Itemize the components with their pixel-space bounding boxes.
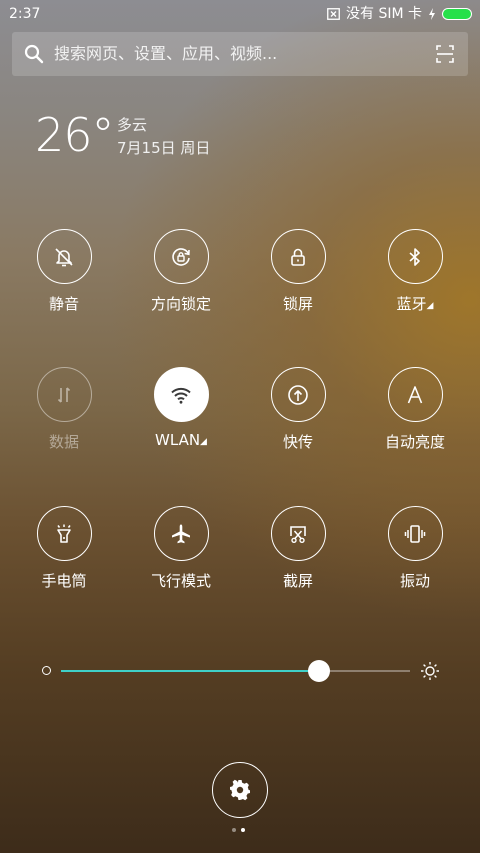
- toggle-mobile-data-label: 数据: [48, 433, 79, 451]
- toggle-lock-screen[interactable]: 锁屏: [248, 229, 348, 329]
- mobile-data-icon: [57, 386, 71, 403]
- brightness-fill: [61, 670, 320, 672]
- toggle-mobile-data-circle[interactable]: [36, 367, 92, 422]
- toggle-bluetooth-circle[interactable]: [387, 229, 443, 284]
- brightness-low-icon: [42, 666, 51, 675]
- toggle-airplane-mode-circle[interactable]: [153, 506, 209, 561]
- toggle-rotation-lock[interactable]: 方向锁定: [131, 229, 231, 329]
- toggle-wlan-text: WLAN: [155, 431, 201, 449]
- battery-icon: [442, 8, 472, 20]
- weather-condition: 多云: [117, 116, 148, 134]
- toggle-screenshot-label: 截屏: [282, 572, 313, 590]
- toggle-wlan-label: WLAN◢: [131, 431, 231, 449]
- toggle-flashlight-circle[interactable]: [36, 506, 92, 561]
- gear-icon: [230, 779, 250, 801]
- toggle-mobile-data[interactable]: 数据: [14, 367, 114, 467]
- page-indicator: [232, 828, 245, 832]
- rotation-lock-icon: [172, 247, 190, 266]
- toggle-rotation-lock-circle[interactable]: [153, 229, 209, 284]
- status-right: 没有 SIM 卡: [327, 0, 472, 28]
- bluetooth-icon: [409, 247, 420, 266]
- toggle-auto-brightness[interactable]: 自动亮度: [365, 367, 465, 467]
- vibrate-icon: [404, 524, 426, 543]
- toggle-airplane-mode-label: 飞行模式: [150, 572, 211, 590]
- brightness-slider[interactable]: [40, 658, 440, 684]
- toggle-auto-brightness-label: 自动亮度: [384, 433, 445, 451]
- toggle-wlan-circle[interactable]: [153, 367, 209, 422]
- toggle-screenshot[interactable]: 截屏: [248, 506, 348, 606]
- toggle-auto-brightness-circle[interactable]: [387, 367, 443, 422]
- toggle-bluetooth[interactable]: 蓝牙◢: [365, 229, 465, 329]
- wifi-icon: [171, 387, 191, 404]
- toggle-silent[interactable]: 静音: [14, 229, 114, 329]
- status-bar: 2:37 没有 SIM 卡: [0, 0, 480, 28]
- toggle-flashlight[interactable]: 手电筒: [14, 506, 114, 606]
- toggle-lock-screen-label: 锁屏: [282, 295, 313, 313]
- flashlight-icon: [57, 524, 71, 543]
- bell-off-icon: [55, 247, 73, 266]
- page-dot-2: [241, 828, 245, 832]
- toggle-bluetooth-label: 蓝牙◢: [365, 293, 465, 314]
- airplane-icon: [172, 524, 190, 543]
- weather-temperature: 26°: [35, 108, 115, 162]
- toggle-quick-transfer-label: 快传: [282, 433, 313, 451]
- toggle-quick-transfer[interactable]: 快传: [248, 367, 348, 467]
- screenshot-icon: [290, 525, 306, 543]
- toggle-vibrate[interactable]: 振动: [365, 506, 465, 606]
- page-dot-1: [232, 828, 236, 832]
- toggle-vibrate-circle[interactable]: [387, 506, 443, 561]
- more-options-triangle-icon: ◢: [200, 437, 207, 447]
- no-sim-icon: [327, 8, 340, 20]
- toggle-screenshot-circle[interactable]: [270, 506, 326, 561]
- brightness-thumb[interactable]: [308, 660, 331, 682]
- toggle-vibrate-label: 振动: [399, 572, 430, 590]
- toggle-flashlight-label: 手电筒: [41, 572, 87, 590]
- search-bar[interactable]: 搜索网页、设置、应用、视频...: [12, 32, 468, 76]
- sim-status-text: 没有 SIM 卡: [346, 6, 422, 22]
- more-options-triangle-icon: ◢: [426, 301, 434, 311]
- charging-icon: [429, 8, 435, 20]
- toggle-silent-circle[interactable]: [36, 229, 92, 284]
- toggle-lock-screen-circle[interactable]: [270, 229, 326, 284]
- toggle-quick-transfer-circle[interactable]: [270, 367, 326, 422]
- toggle-silent-label: 静音: [48, 295, 79, 313]
- toggle-airplane-mode[interactable]: 飞行模式: [131, 506, 231, 606]
- status-time: 2:37: [9, 6, 41, 22]
- toggle-bluetooth-text: 蓝牙: [396, 295, 427, 313]
- brightness-high-icon: [421, 662, 439, 680]
- lock-icon: [291, 248, 305, 266]
- toggle-rotation-lock-label: 方向锁定: [150, 295, 211, 313]
- settings-button[interactable]: [212, 762, 268, 818]
- toggle-wlan[interactable]: WLAN◢: [131, 367, 231, 467]
- quick-transfer-icon: [288, 384, 308, 405]
- scan-icon[interactable]: [436, 45, 454, 63]
- auto-brightness-icon: [407, 385, 423, 403]
- search-icon: [24, 44, 44, 64]
- search-placeholder: 搜索网页、设置、应用、视频...: [54, 44, 278, 63]
- weather-date: 7月15日 周日: [117, 139, 211, 157]
